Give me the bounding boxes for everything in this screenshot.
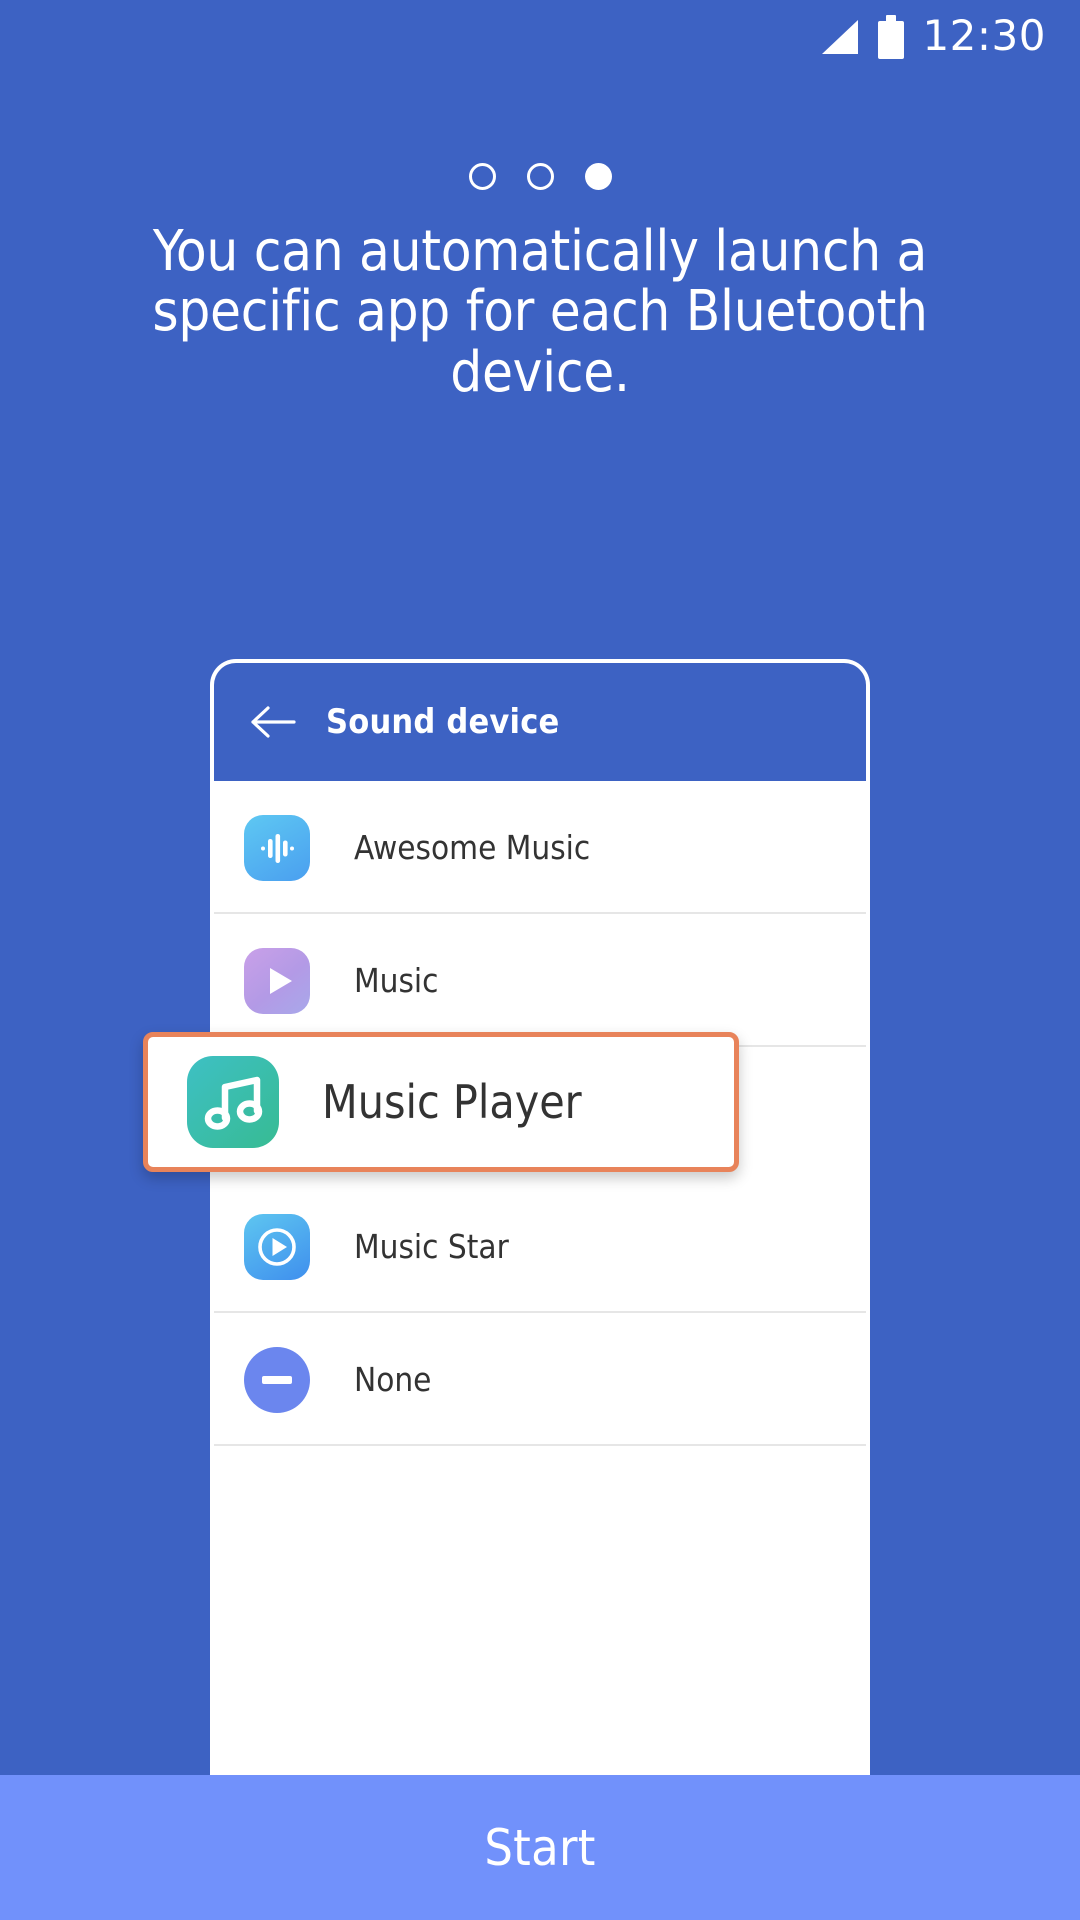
start-button-label: Start — [484, 1818, 596, 1877]
page-title: You can automatically launch a specific … — [152, 219, 928, 405]
list-item-label: Music Star — [354, 1227, 509, 1266]
highlighted-list-item-label: Music Player — [322, 1075, 582, 1129]
status-bar: 12:30 — [0, 0, 1080, 74]
list-item-music-star[interactable]: Music Star — [214, 1180, 866, 1313]
music-note-icon — [187, 1056, 279, 1148]
list-item-awesome-music[interactable]: Awesome Music — [214, 781, 866, 914]
highlighted-list-item-music-player[interactable]: Music Player — [143, 1032, 739, 1172]
list-divider — [214, 1444, 866, 1446]
mockup-app-bar: Sound device — [214, 663, 866, 781]
battery-full-icon — [878, 15, 905, 59]
play-triangle-icon — [244, 947, 310, 1014]
list-item-none[interactable]: None — [214, 1313, 866, 1446]
mockup-frame: Sound device Awesome Music Music Music S… — [210, 659, 870, 1775]
list-item-label: Awesome Music — [354, 828, 591, 867]
pager-dots — [0, 163, 1080, 190]
minus-circle-icon — [244, 1346, 310, 1413]
phone-mockup: Sound device Awesome Music Music Music S… — [210, 659, 870, 1775]
pager-dot-2[interactable] — [526, 163, 554, 190]
status-bar-clock: 12:30 — [922, 10, 1046, 60]
play-circle-icon — [244, 1213, 310, 1280]
pager-dot-1[interactable] — [468, 163, 496, 190]
mockup-app-bar-title: Sound device — [326, 702, 560, 742]
start-button[interactable]: Start — [0, 1775, 1080, 1920]
signal-triangle-icon — [822, 20, 859, 54]
list-item-label: Music — [354, 961, 439, 1000]
list-item-music[interactable]: Music — [214, 914, 866, 1047]
list-item-label: None — [354, 1360, 432, 1399]
audio-waveform-icon — [244, 814, 310, 881]
pager-dot-3-active[interactable] — [584, 163, 612, 190]
arrow-left-icon[interactable] — [250, 705, 296, 739]
